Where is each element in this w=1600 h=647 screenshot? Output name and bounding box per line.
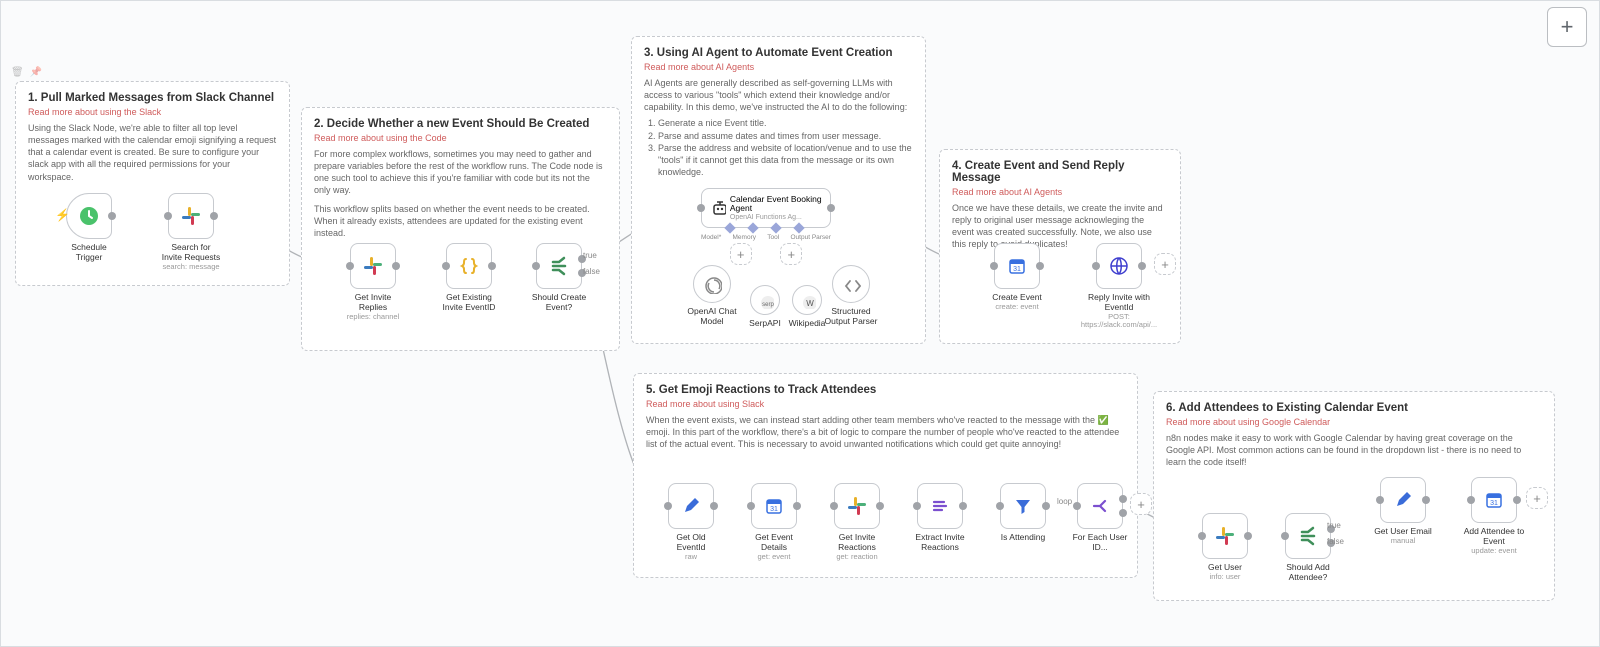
- section-5-title: 5. Get Emoji Reactions to Track Attendee…: [646, 384, 1125, 396]
- workflow-canvas[interactable]: 🗑 📌 + 1. Pull: [0, 0, 1600, 647]
- section-1-desc: Using the Slack Node, we're able to filt…: [28, 122, 277, 183]
- node-output-parser[interactable]: Structured Output Parser: [823, 265, 879, 327]
- section-3-list: Generate a nice Event title. Parse and a…: [658, 117, 913, 178]
- section-5-desc: When the event exists, we can instead st…: [646, 414, 1125, 450]
- agent-add-tool[interactable]: +: [780, 243, 802, 265]
- split-icon: [1088, 494, 1112, 518]
- node-ai-agent[interactable]: Calendar Event Booking Agent OpenAI Func…: [701, 188, 831, 265]
- branch-false-label: false: [583, 267, 600, 276]
- node-reply-invite[interactable]: Reply Invite with EventId POST: https://…: [1083, 243, 1155, 330]
- section-3-title: 3. Using AI Agent to Automate Event Crea…: [644, 47, 913, 59]
- agent-add-memory[interactable]: +: [730, 243, 752, 265]
- node-extract-reactions[interactable]: Extract Invite Reactions: [910, 483, 970, 553]
- tool-pin-icon[interactable]: 📌: [30, 67, 42, 78]
- node-get-email[interactable]: Get User Emailmanual: [1373, 477, 1433, 545]
- section-2-title: 2. Decide Whether a new Event Should Be …: [314, 118, 607, 130]
- node-foreach-user[interactable]: For Each User ID...: [1067, 483, 1133, 553]
- switch-icon: [547, 254, 571, 278]
- code-icon: [457, 254, 481, 278]
- clock-icon: [77, 204, 101, 228]
- node-get-reactions[interactable]: Get Invite Reactionsget: reaction: [827, 483, 887, 561]
- section-3-readmore[interactable]: Read more about AI Agents: [644, 62, 913, 72]
- node-end-add-3[interactable]: +: [1525, 487, 1549, 509]
- add-node-button[interactable]: +: [1547, 7, 1587, 47]
- branch-true-label-2: true: [1327, 521, 1341, 530]
- slack-icon: [845, 494, 869, 518]
- slack-icon: [361, 254, 385, 278]
- globe-icon: [1107, 254, 1131, 278]
- node-end-add-1[interactable]: +: [1153, 253, 1177, 275]
- branch-true-label: true: [583, 251, 597, 260]
- serp-icon: [756, 291, 774, 309]
- node-is-attending[interactable]: Is Attending: [993, 483, 1053, 543]
- node-add-attendee[interactable]: Add Attendee to Eventupdate: event: [1457, 477, 1531, 555]
- node-create-event[interactable]: Create Event create: event: [987, 243, 1047, 311]
- tool-trash-icon[interactable]: 🗑: [11, 67, 24, 78]
- section-5-readmore[interactable]: Read more about using Slack: [646, 399, 1125, 409]
- switch-icon: [1296, 524, 1320, 548]
- lines-icon: [928, 494, 952, 518]
- pencil-icon: [679, 494, 703, 518]
- bolt-icon: ⚡: [55, 208, 70, 222]
- gcal-icon: [1005, 254, 1029, 278]
- node-old-eventid[interactable]: Get Old EventIdraw: [661, 483, 721, 561]
- section-1-readmore[interactable]: Read more about using the Slack: [28, 107, 277, 117]
- node-openai-model[interactable]: OpenAI Chat Model: [685, 265, 739, 327]
- wiki-icon: [798, 291, 816, 309]
- gcal-icon: [762, 494, 786, 518]
- plus-icon: +: [1561, 14, 1574, 40]
- section-2-desc1: For more complex workflows, sometimes yo…: [314, 148, 607, 197]
- section-1: 1. Pull Marked Messages from Slack Chann…: [15, 81, 290, 286]
- node-search-invite[interactable]: Search for Invite Requests search: messa…: [161, 193, 221, 271]
- node-should-create[interactable]: Should Create Event?: [529, 243, 589, 313]
- section-6-desc: n8n nodes make it easy to work with Goog…: [1166, 432, 1542, 468]
- node-get-replies[interactable]: Get Invite Replies replies: channel: [343, 243, 403, 321]
- node-end-add-2[interactable]: +: [1129, 493, 1153, 515]
- section-6-readmore[interactable]: Read more about using Google Calendar: [1166, 417, 1542, 427]
- gcal-icon: [1482, 488, 1506, 512]
- section-4-title: 4. Create Event and Send Reply Message: [952, 160, 1168, 184]
- codebrackets-icon: [841, 274, 861, 294]
- branch-loop-label: loop: [1057, 497, 1072, 506]
- slack-icon: [1213, 524, 1237, 548]
- section-4-readmore[interactable]: Read more about AI Agents: [952, 187, 1168, 197]
- branch-false-label-2: false: [1327, 537, 1344, 546]
- section-2-desc2: This workflow splits based on whether th…: [314, 203, 607, 239]
- node-get-existing-eventid[interactable]: Get Existing Invite EventID: [439, 243, 499, 313]
- node-event-details[interactable]: Get Event Detailsget: event: [744, 483, 804, 561]
- node-get-user[interactable]: Get Userinfo: user: [1195, 513, 1255, 581]
- openai-icon: [702, 274, 722, 294]
- canvas-mini-tools: 🗑 📌: [11, 67, 42, 78]
- section-3-desc: AI Agents are generally described as sel…: [644, 77, 913, 113]
- node-serpapi[interactable]: SerpAPI: [743, 285, 787, 329]
- slack-icon: [179, 204, 203, 228]
- section-2-readmore[interactable]: Read more about using the Code: [314, 133, 607, 143]
- filter-icon: [1011, 494, 1035, 518]
- node-schedule-trigger[interactable]: ⚡ Schedule Trigger: [59, 193, 119, 263]
- robot-icon: [708, 197, 726, 219]
- section-6-title: 6. Add Attendees to Existing Calendar Ev…: [1166, 402, 1542, 414]
- pencil-icon: [1391, 488, 1415, 512]
- section-1-title: 1. Pull Marked Messages from Slack Chann…: [28, 92, 277, 104]
